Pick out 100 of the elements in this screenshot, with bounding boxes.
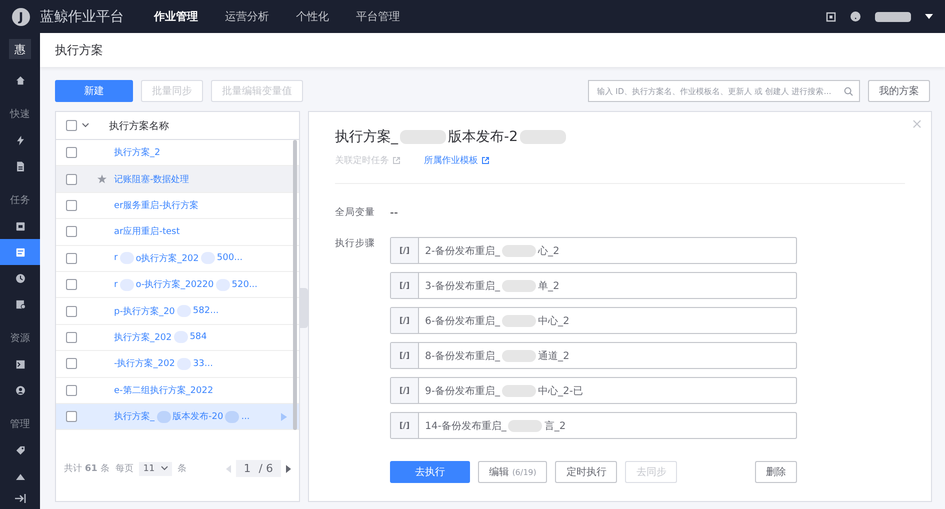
checkbox[interactable]	[66, 252, 77, 264]
blurred-text	[502, 244, 536, 256]
list-icon	[14, 246, 26, 258]
step-name: 通道_2	[538, 350, 570, 362]
nav-tab[interactable]: 个性化	[296, 9, 329, 24]
record-icon	[14, 298, 26, 310]
checkbox[interactable]	[66, 332, 77, 343]
per-page-unit: 条	[178, 462, 187, 475]
step-name: 3-备份发布重启_	[425, 280, 500, 292]
checkbox[interactable]	[66, 226, 77, 238]
user-avatar[interactable]	[875, 12, 911, 22]
my-plans-button[interactable]: 我的方案	[868, 80, 930, 102]
help-icon[interactable]	[850, 11, 861, 22]
external-link-icon	[393, 157, 400, 164]
plan-name: er服务重启-执行方案	[114, 199, 198, 212]
plan-name: r	[114, 280, 118, 290]
window-icon[interactable]	[826, 12, 836, 22]
blurred-text	[176, 305, 191, 318]
action-button[interactable]: 去执行	[390, 461, 470, 483]
blurred-text	[156, 410, 170, 423]
step-item[interactable]: [/] 6-备份发布重启_ 中心_2	[390, 307, 797, 334]
plan-name: p-执行方案_20	[114, 305, 175, 318]
delete-button[interactable]: 删除	[755, 461, 797, 483]
page-input[interactable]: 1 / 6	[236, 460, 281, 477]
step-item[interactable]: [/] 9-备份发布重启_ 中心_2-已	[390, 377, 797, 404]
logo[interactable]: J	[12, 8, 30, 26]
checkbox[interactable]	[66, 147, 77, 158]
step-name: 单_2	[538, 280, 560, 292]
step-name: 9-备份发布重启_	[425, 384, 500, 398]
column-header: 执行方案名称	[109, 120, 169, 132]
plan-name: 版本发布-20	[172, 410, 224, 424]
related-link[interactable]: 所属作业模板	[424, 154, 489, 167]
next-page-icon[interactable]	[286, 464, 291, 472]
blurred-text	[120, 252, 134, 264]
terminal-icon	[14, 358, 26, 370]
close-icon[interactable]	[913, 120, 921, 128]
business-badge[interactable]: 惠	[9, 39, 31, 59]
page-size-select[interactable]: 11	[139, 462, 172, 476]
plan-row[interactable]: 记账阻塞-数据处理	[56, 166, 299, 193]
plan-name: 33...	[192, 358, 213, 369]
plan-name: 582...	[192, 306, 219, 316]
plan-name: ...	[241, 412, 250, 422]
home-icon	[14, 74, 26, 86]
checkbox[interactable]	[66, 358, 77, 370]
sidebar-group-label: 管理	[10, 418, 30, 431]
blurred-text	[200, 252, 215, 264]
nav-tab[interactable]: 平台管理	[356, 9, 400, 24]
plan-name: ar应用重启-test	[114, 226, 180, 238]
blurred-text	[502, 314, 536, 326]
collapse-icon[interactable]	[14, 494, 26, 503]
task-icon	[14, 220, 26, 232]
nav-tab[interactable]: 运营分析	[225, 9, 269, 24]
chevron-icon[interactable]	[82, 123, 89, 128]
step-name: 言_2	[544, 420, 566, 432]
step-name: 中心_2	[538, 314, 570, 328]
app-title: 蓝鲸作业平台	[40, 8, 124, 26]
checkbox[interactable]	[66, 174, 77, 185]
blurred-text	[174, 331, 188, 344]
page-title: 执行方案	[55, 42, 103, 58]
step-item[interactable]: [/] 2-备份发布重启_ 心_2	[390, 237, 797, 264]
plan-name: 执行方案_	[114, 410, 154, 424]
step-name: 8-备份发布重启_	[425, 350, 500, 362]
blurred-text	[225, 410, 240, 423]
step-name: 14-备份发布重启_	[425, 420, 506, 432]
total-count: 共计 61 条	[64, 462, 110, 475]
tag-icon	[14, 444, 26, 456]
nav-tab[interactable]: 作业管理	[154, 9, 198, 24]
search-field[interactable]: 输入 ID、执行方案名、作业模板名、更新人 或 创建人 进行搜索...	[588, 80, 860, 102]
blurred-text	[400, 130, 446, 144]
scrollbar[interactable]	[293, 140, 297, 430]
field-value: --	[390, 206, 398, 219]
plan-title: 版本发布-2	[448, 128, 518, 146]
collapse-handle[interactable]	[300, 288, 308, 328]
plan-name: -执行方案_202	[114, 357, 175, 370]
checkbox[interactable]	[66, 306, 77, 317]
step-name: 2-备份发布重启_	[425, 244, 500, 258]
checkbox[interactable]	[66, 200, 77, 211]
step-item[interactable]: [/] 8-备份发布重启_ 通道_2	[390, 342, 797, 369]
caret-icon[interactable]	[925, 14, 933, 19]
checkbox[interactable]	[66, 279, 77, 290]
step-name: 6-备份发布重启_	[425, 314, 500, 328]
star-icon[interactable]	[96, 174, 108, 184]
sidebar-group-label: 快速	[10, 108, 30, 121]
action-button[interactable]: 编辑 (6/19)	[478, 461, 548, 483]
toolbar-button[interactable]: 新建	[55, 80, 133, 102]
step-name: 中心_2-已	[538, 384, 583, 398]
plan-name: 500...	[216, 253, 243, 264]
blurred-text	[502, 384, 536, 396]
blurred-text	[120, 278, 134, 291]
step-item[interactable]: [/] 14-备份发布重启_ 言_2	[390, 412, 797, 439]
chevron-icon	[160, 466, 168, 471]
blurred-text	[502, 350, 536, 362]
checkbox[interactable]	[66, 411, 77, 422]
checkbox[interactable]	[66, 384, 77, 396]
plan-row[interactable]: 执行方案_ 版本发布-20 ...	[56, 404, 299, 430]
checkbox[interactable]	[66, 120, 77, 131]
action-button[interactable]: 定时执行	[555, 461, 618, 483]
step-item[interactable]: [/] 3-备份发布重启_ 单_2	[390, 272, 797, 299]
up-icon[interactable]	[16, 474, 24, 480]
user-icon	[14, 384, 26, 396]
